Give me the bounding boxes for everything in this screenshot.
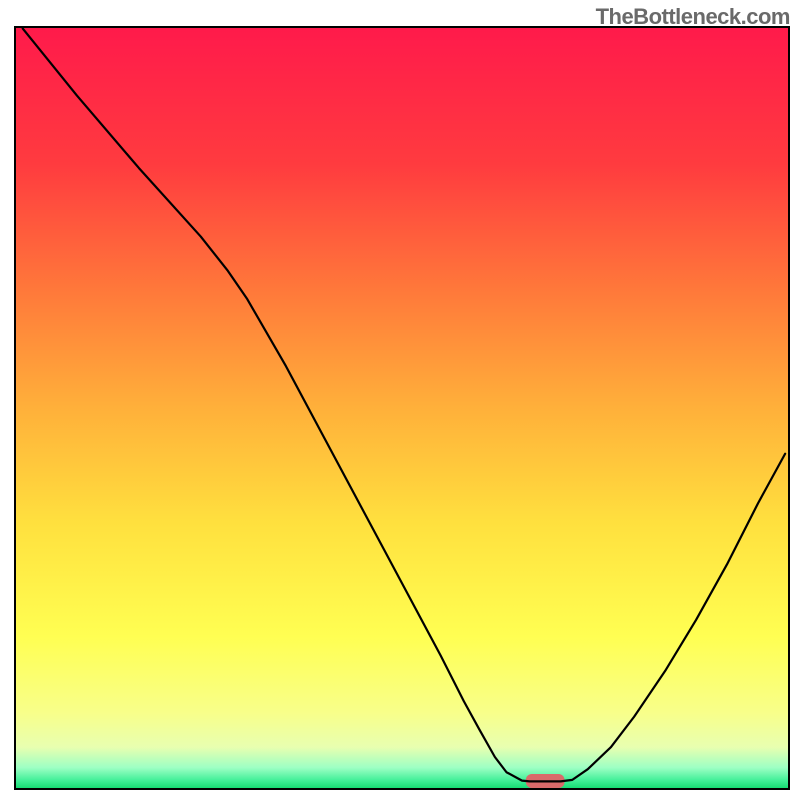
gradient-background <box>15 27 789 789</box>
chart-container: TheBottleneck.com <box>0 0 800 800</box>
watermark-text: TheBottleneck.com <box>596 4 790 30</box>
bottleneck-chart <box>0 0 800 800</box>
